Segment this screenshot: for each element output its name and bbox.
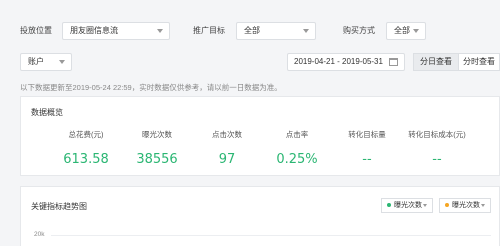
series1-dot bbox=[387, 203, 391, 208]
metric-value: -- bbox=[432, 152, 442, 167]
overview-card: 数据概览 总花费(元) 613.58 曝光次数 38556 点击次数 97 点击… bbox=[20, 96, 500, 176]
chevron-down-icon bbox=[481, 204, 485, 207]
series2-label: 曝光次数 bbox=[452, 202, 480, 209]
metric-label: 曝光次数 bbox=[142, 130, 172, 139]
date-range-picker[interactable]: 2019-04-21 - 2019-05-31 bbox=[287, 53, 405, 71]
purchase-select[interactable]: 全部 bbox=[386, 22, 426, 40]
metric-value: 613.58 bbox=[63, 152, 109, 167]
gridline bbox=[51, 235, 491, 236]
account-value: 账户 bbox=[28, 57, 44, 66]
chevron-down-icon bbox=[413, 29, 419, 33]
chevron-down-icon bbox=[423, 204, 427, 207]
metric-value: -- bbox=[362, 152, 372, 167]
daily-view-button[interactable]: 分日查看 bbox=[413, 53, 459, 71]
placement-select[interactable]: 朋友圈信息流 bbox=[62, 22, 170, 40]
metric-conversion-cost: 转化目标成本(元) -- bbox=[397, 129, 477, 167]
data-update-notice: 以下数据更新至2019-05-24 22:59，实时数据仅供参考，请以前一日数据… bbox=[20, 83, 282, 92]
series2-dot bbox=[445, 203, 449, 208]
series2-select[interactable]: 曝光次数 bbox=[439, 198, 491, 213]
trend-title: 关键指标趋势图 bbox=[31, 202, 87, 211]
account-select[interactable]: 账户 bbox=[20, 53, 72, 71]
chevron-down-icon bbox=[303, 29, 309, 33]
metric-value: 97 bbox=[218, 152, 236, 167]
metric-conversions: 转化目标量 -- bbox=[327, 129, 407, 167]
hourly-view-button[interactable]: 分时查看 bbox=[459, 53, 500, 71]
y-axis-tick: 20k bbox=[34, 231, 45, 238]
trend-card: 关键指标趋势图 曝光次数 曝光次数 20k bbox=[20, 186, 500, 246]
metric-label: 点击次数 bbox=[212, 130, 242, 139]
placement-label: 投放位置 bbox=[20, 26, 52, 35]
target-label: 推广目标 bbox=[193, 26, 225, 35]
target-value: 全部 bbox=[244, 26, 260, 35]
metric-value: 38556 bbox=[136, 152, 178, 167]
purchase-value: 全部 bbox=[394, 26, 410, 35]
metric-label: 转化目标成本(元) bbox=[408, 130, 466, 139]
metric-clicks: 点击次数 97 bbox=[187, 129, 267, 167]
series1-select[interactable]: 曝光次数 bbox=[381, 198, 433, 213]
placement-value: 朋友圈信息流 bbox=[70, 26, 118, 35]
metric-ctr: 点击率 0.25% bbox=[257, 129, 337, 167]
metric-value: 0.25% bbox=[276, 152, 318, 167]
target-select[interactable]: 全部 bbox=[236, 22, 316, 40]
purchase-label: 购买方式 bbox=[343, 26, 375, 35]
date-range-text: 2019-04-21 - 2019-05-31 bbox=[294, 57, 383, 66]
metric-label: 总花费(元) bbox=[68, 130, 104, 139]
metric-label: 点击率 bbox=[285, 130, 309, 139]
series1-label: 曝光次数 bbox=[394, 202, 422, 209]
metric-total-spend: 总花费(元) 613.58 bbox=[46, 129, 126, 167]
calendar-icon bbox=[389, 58, 398, 66]
chevron-down-icon bbox=[59, 60, 65, 64]
overview-title: 数据概览 bbox=[31, 108, 63, 117]
chevron-down-icon bbox=[157, 29, 163, 33]
metric-impressions: 曝光次数 38556 bbox=[117, 129, 197, 167]
metric-label: 转化目标量 bbox=[348, 130, 386, 139]
